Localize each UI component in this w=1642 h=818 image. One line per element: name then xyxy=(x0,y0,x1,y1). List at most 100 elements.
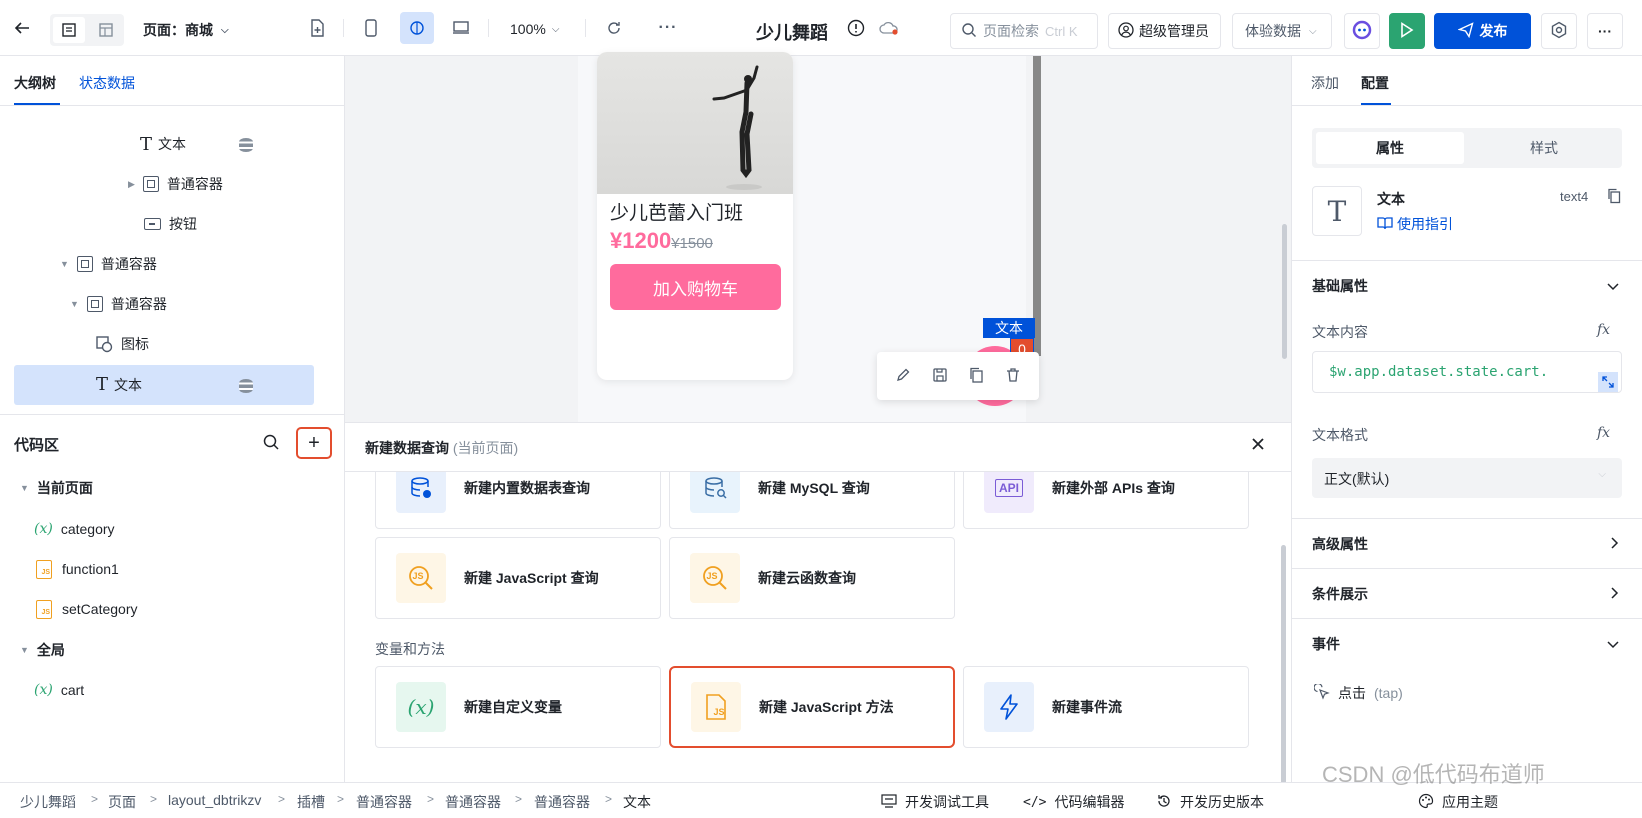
tab-outline[interactable]: 大纲树 xyxy=(14,73,56,93)
group-global[interactable]: ▼ 全局 xyxy=(20,630,65,670)
close-icon[interactable] xyxy=(1251,435,1265,456)
card-javascript-query[interactable]: JS 新建 JavaScript 查询 xyxy=(375,537,661,619)
usage-guide-link[interactable]: 使用指引 xyxy=(1377,214,1453,234)
tab-config[interactable]: 配置 xyxy=(1361,73,1389,93)
section-conditional-display[interactable]: 条件展示 xyxy=(1292,568,1642,618)
more-icon[interactable]: ··· xyxy=(654,14,682,42)
group-current-page[interactable]: ▼ 当前页面 xyxy=(20,468,93,508)
app-theme-button[interactable]: 应用主题 xyxy=(1418,792,1498,812)
card-builtin-table-query[interactable]: 新建内置数据表查询 xyxy=(375,472,661,529)
ai-assistant-button[interactable] xyxy=(1344,13,1380,49)
segment-properties[interactable]: 属性 xyxy=(1316,132,1464,164)
publish-button[interactable]: 发布 xyxy=(1434,13,1531,49)
tree-item-container[interactable]: ▼ 普通容器 xyxy=(60,244,157,284)
add-page-icon[interactable] xyxy=(303,14,331,42)
page-search-input[interactable]: 页面检索 Ctrl K xyxy=(950,13,1098,49)
product-card[interactable]: 少儿芭蕾入门班 ¥1200 ¥1500 加入购物车 xyxy=(597,52,793,380)
formula-icon[interactable]: fx xyxy=(1597,322,1610,338)
search-placeholder: 页面检索 xyxy=(983,23,1039,39)
text-content-input[interactable]: $w.app.dataset.state.cart. xyxy=(1312,351,1622,393)
copy-icon[interactable] xyxy=(1607,188,1621,207)
code-item-variable[interactable]: (x) category xyxy=(34,509,115,549)
layout-icon[interactable] xyxy=(90,17,122,43)
group-label: 全局 xyxy=(36,642,65,658)
back-arrow-icon[interactable] xyxy=(8,14,36,42)
responsive-preview-icon[interactable] xyxy=(400,12,434,44)
expand-icon[interactable] xyxy=(1598,372,1618,392)
text-format-value: 正文(默认) xyxy=(1324,471,1390,487)
js-file-icon: JS xyxy=(36,599,52,619)
add-to-cart-button[interactable]: 加入购物车 xyxy=(610,264,781,310)
frame-scrollbar[interactable] xyxy=(1033,56,1041,356)
tree-item-button[interactable]: 按钮 xyxy=(144,204,197,244)
segment-styles[interactable]: 样式 xyxy=(1470,132,1618,164)
card-external-api-query[interactable]: API 新建外部 APIs 查询 xyxy=(963,472,1249,529)
event-tap[interactable]: 点击 (tap) xyxy=(1313,682,1403,703)
info-icon[interactable] xyxy=(842,14,870,42)
mobile-preview-icon[interactable] xyxy=(357,14,385,42)
js-file-icon: JS xyxy=(36,559,52,579)
breadcrumb-item[interactable]: 页面 xyxy=(108,792,136,812)
edit-icon[interactable] xyxy=(895,367,911,386)
code-item-variable[interactable]: (x) cart xyxy=(34,670,84,710)
desktop-preview-icon[interactable] xyxy=(447,14,475,42)
event-label: 点击 xyxy=(1338,685,1366,701)
more-menu-button[interactable]: ··· xyxy=(1587,13,1623,49)
add-code-button[interactable]: + xyxy=(296,427,332,459)
tab-add[interactable]: 添加 xyxy=(1311,73,1339,93)
card-custom-variable[interactable]: (x) 新建自定义变量 xyxy=(375,666,661,748)
code-editor-button[interactable]: </> 代码编辑器 xyxy=(1023,792,1124,812)
refresh-icon[interactable] xyxy=(600,14,628,42)
card-javascript-method[interactable]: JS 新建 JavaScript 方法 xyxy=(669,666,955,748)
top-toolbar: 页面：商城 ⌵ 100% ⌵ ··· 少儿舞蹈 页面检索 Ctrl K 超级管理… xyxy=(0,0,1642,56)
cloud-sync-icon[interactable] xyxy=(875,14,903,42)
admin-button[interactable]: 超级管理员 xyxy=(1108,13,1221,49)
code-item-js[interactable]: JS function1 xyxy=(36,549,119,589)
breadcrumb-item[interactable]: layout_dbtrikzv xyxy=(168,792,261,808)
card-cloud-function-query[interactable]: JS 新建云函数查询 xyxy=(669,537,955,619)
tree-item-container[interactable]: ▼ 普通容器 xyxy=(70,284,167,324)
query-card-list: 新建内置数据表查询 新建 MySQL 查询 API 新建外部 APIs 查询 J… xyxy=(345,472,1275,782)
data-mode-select[interactable]: 体验数据 ⌵ xyxy=(1232,13,1332,49)
tab-state-data[interactable]: 状态数据 xyxy=(79,73,135,93)
tree-item-icon[interactable]: 图标 xyxy=(96,324,149,364)
search-icon[interactable] xyxy=(262,433,280,454)
js-icon-text: JS xyxy=(706,571,718,581)
breadcrumb-item[interactable]: 普通容器 xyxy=(534,792,590,812)
send-icon xyxy=(1456,21,1474,41)
run-preview-button[interactable] xyxy=(1389,13,1425,49)
page-selector[interactable]: 页面：商城 ⌵ xyxy=(143,20,229,40)
query-scrollbar[interactable] xyxy=(1281,545,1286,795)
chevron-right-icon xyxy=(1611,586,1619,602)
canvas-scrollbar[interactable] xyxy=(1282,224,1287,359)
delete-icon[interactable] xyxy=(1005,367,1021,386)
tree-item-selected[interactable]: T 文本 xyxy=(14,365,314,405)
card-event-flow[interactable]: 新建事件流 xyxy=(963,666,1249,748)
card-mysql-query[interactable]: 新建 MySQL 查询 xyxy=(669,472,955,529)
section-advanced-properties[interactable]: 高级属性 xyxy=(1292,518,1642,568)
settings-button[interactable] xyxy=(1541,13,1577,49)
breadcrumb-item[interactable]: 普通容器 xyxy=(445,792,501,812)
section-title: 基础属性 xyxy=(1312,277,1368,294)
section-basic-properties[interactable]: 基础属性 xyxy=(1292,260,1642,310)
tree-item-text[interactable]: T 文本 xyxy=(140,124,186,164)
design-canvas[interactable]: 少儿芭蕾入门班 ¥1200 ¥1500 加入购物车 文本 0 xyxy=(345,52,1291,422)
breadcrumb-item[interactable]: 少儿舞蹈 xyxy=(20,792,76,812)
copy-icon[interactable] xyxy=(968,367,984,386)
dev-tools-button[interactable]: 开发调试工具 xyxy=(881,792,989,812)
tree-item-container[interactable]: ▶ 普通容器 xyxy=(128,164,223,204)
breadcrumb-item[interactable]: 普通容器 xyxy=(356,792,412,812)
section-title: 事件 xyxy=(1312,635,1340,652)
text-format-select[interactable]: 正文(默认) ⌵ xyxy=(1312,458,1622,498)
code-item-js[interactable]: JS setCategory xyxy=(36,589,137,629)
card-label: 新建 MySQL 查询 xyxy=(758,480,870,496)
breadcrumb-item[interactable]: 插槽 xyxy=(297,792,325,812)
tree-item-label: 普通容器 xyxy=(166,176,223,192)
section-events[interactable]: 事件 xyxy=(1292,618,1642,668)
formula-icon[interactable]: fx xyxy=(1597,425,1610,441)
page-list-icon[interactable] xyxy=(53,17,85,43)
zoom-selector[interactable]: 100% ⌵ xyxy=(510,21,559,37)
breadcrumb-item[interactable]: 文本 xyxy=(623,792,651,812)
history-button[interactable]: 开发历史版本 xyxy=(1156,792,1264,812)
save-icon[interactable] xyxy=(932,367,948,386)
